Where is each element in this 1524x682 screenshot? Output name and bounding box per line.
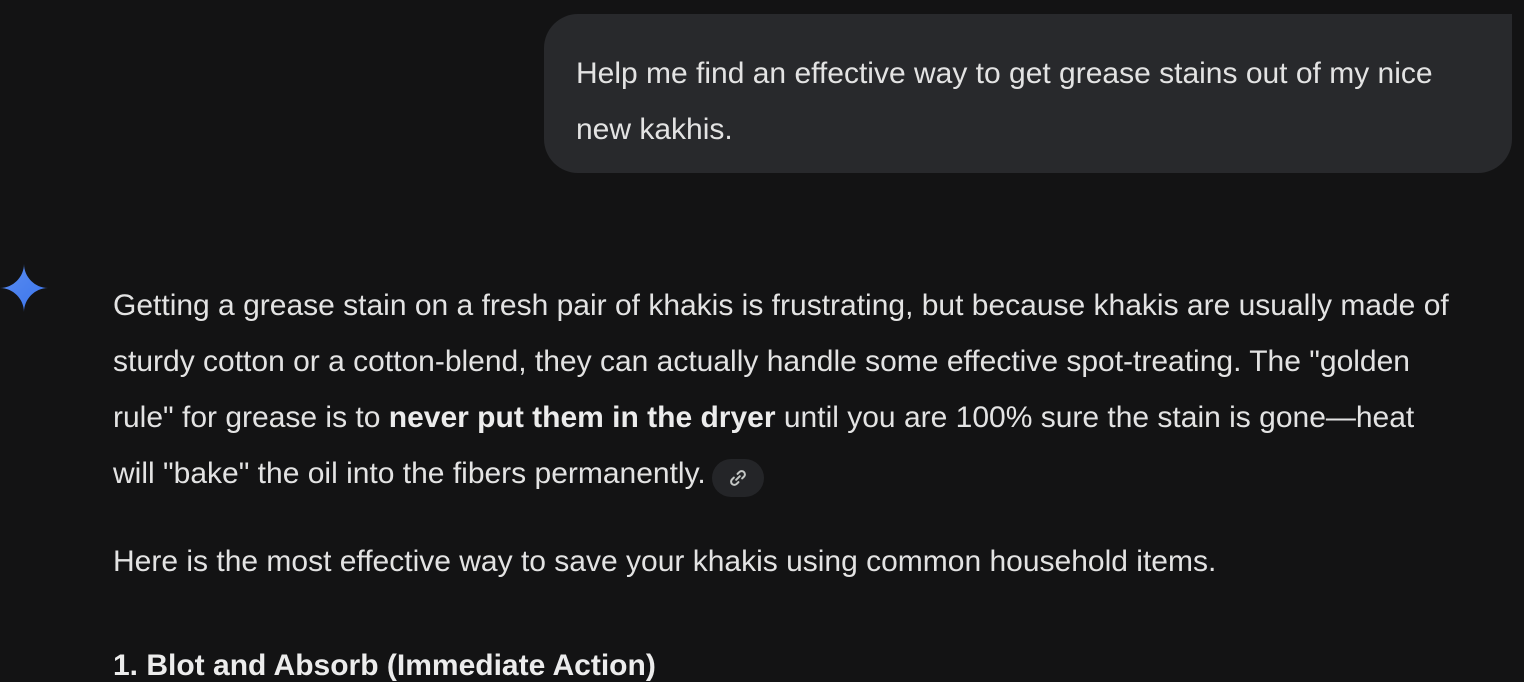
response-paragraph-2: Here is the most effective way to save y…	[113, 545, 1217, 578]
link-icon	[729, 470, 746, 486]
gemini-sparkle-icon	[0, 264, 48, 312]
user-message-bubble: Help me find an effective way to get gre…	[544, 14, 1512, 173]
user-message-text: Help me find an effective way to get gre…	[576, 57, 1433, 146]
paragraph-1-bold-text: never put them in the dryer	[388, 401, 776, 434]
assistant-response: Getting a grease stain on a fresh pair o…	[113, 278, 1453, 682]
source-link-chip[interactable]	[711, 459, 764, 497]
response-paragraph-1: Getting a grease stain on a fresh pair o…	[113, 278, 1453, 502]
section-heading-1: 1. Blot and Absorb (Immediate Action)	[113, 649, 656, 682]
